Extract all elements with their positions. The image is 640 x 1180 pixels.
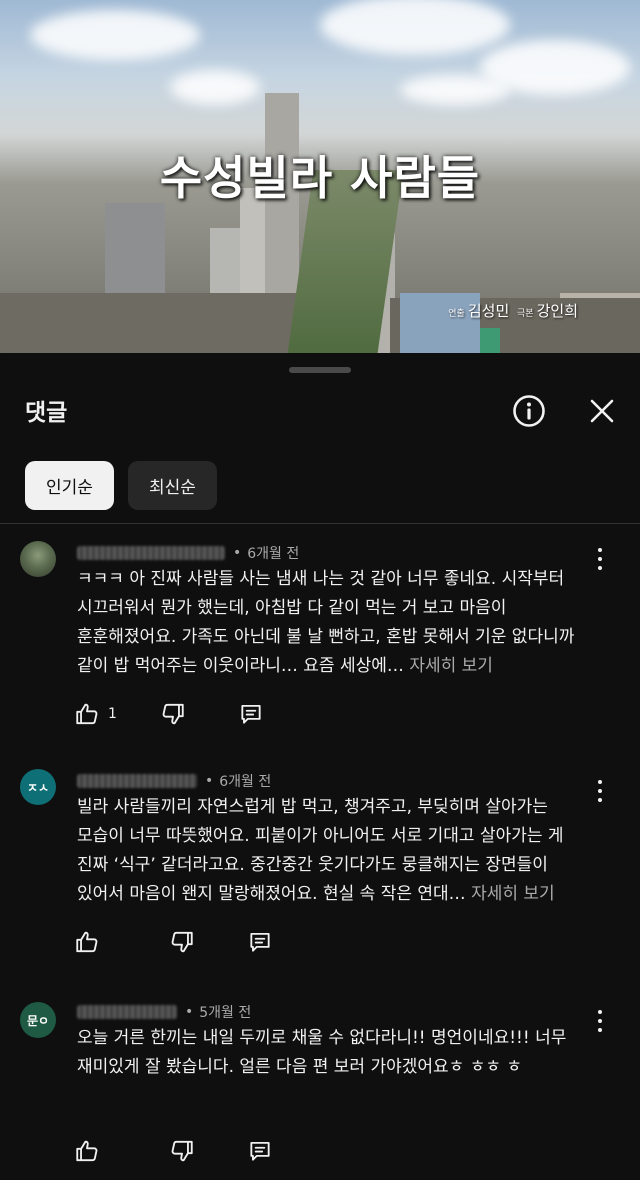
like-button[interactable] xyxy=(74,927,108,957)
author-handle[interactable] xyxy=(77,1005,177,1019)
drag-handle[interactable] xyxy=(289,367,351,373)
sheet-title: 댓글 xyxy=(25,400,68,426)
separator-dot: • xyxy=(233,545,242,561)
dislike-button[interactable] xyxy=(160,699,186,729)
comment-time[interactable]: 6개월 전 xyxy=(219,771,271,791)
reply-button[interactable] xyxy=(238,699,264,729)
credit-name: 강인희 xyxy=(536,302,578,320)
comment-actions xyxy=(74,1136,273,1166)
comment-meta: • 6개월 전 xyxy=(77,771,271,791)
sort-chips: 인기순 최신순 xyxy=(25,461,217,510)
like-button[interactable] xyxy=(74,1136,108,1166)
video-title-overlay: 수성빌라 사람들 xyxy=(159,151,481,205)
read-more-link[interactable]: 자세히 보기 xyxy=(409,656,493,676)
avatar[interactable] xyxy=(20,541,56,577)
comment-item: • 6개월 전 ㅋㅋㅋ 아 진짜 사람들 사는 냄새 나는 것 같아 너무 좋네… xyxy=(0,538,640,738)
comment-time[interactable]: 6개월 전 xyxy=(247,543,299,563)
sort-chip-newest[interactable]: 최신순 xyxy=(128,461,217,510)
sky-cloud xyxy=(320,0,510,55)
video-player[interactable]: 수성빌라 사람들 연출 김성민 극본 강인희 xyxy=(0,0,640,353)
sky-cloud xyxy=(30,10,200,60)
comment-item: 문ㅇ • 5개월 전 오늘 거른 한끼는 내일 두끼로 채울 수 없다라니!! … xyxy=(0,994,640,1174)
thumbs-down-icon xyxy=(162,703,184,725)
close-button[interactable] xyxy=(584,393,620,429)
reply-button[interactable] xyxy=(247,927,273,957)
reply-icon xyxy=(250,1141,270,1161)
thumbs-up-icon xyxy=(76,1140,98,1162)
divider xyxy=(0,523,640,524)
read-more-link[interactable]: 자세히 보기 xyxy=(471,884,555,904)
thumbs-up-icon xyxy=(76,703,98,725)
comment-item: ㅈㅅ • 6개월 전 빌라 사람들끼리 자연스럽게 밥 먹고, 챙겨주고, 부딪… xyxy=(0,766,640,966)
building xyxy=(0,293,300,353)
like-count: 1 xyxy=(108,706,117,722)
comment-time[interactable]: 5개월 전 xyxy=(199,1002,251,1022)
reply-icon xyxy=(241,704,261,724)
separator-dot: • xyxy=(205,773,214,789)
info-button[interactable] xyxy=(511,393,547,429)
dislike-button[interactable] xyxy=(169,927,195,957)
sort-chip-popular[interactable]: 인기순 xyxy=(25,461,114,510)
comments-sheet: 댓글 인기순 최신순 • 6개월 전 ㅋㅋㅋ 아 진짜 사람들 사는 냄새 나는… xyxy=(0,353,640,1180)
reply-icon xyxy=(250,932,270,952)
avatar[interactable]: ㅈㅅ xyxy=(20,769,56,805)
close-icon xyxy=(590,399,614,423)
reply-button[interactable] xyxy=(247,1136,273,1166)
info-icon xyxy=(513,395,545,427)
author-handle[interactable] xyxy=(77,546,225,560)
sky-cloud xyxy=(170,70,260,105)
like-button[interactable]: 1 xyxy=(74,699,117,729)
credit-name: 김성민 xyxy=(467,302,510,320)
comment-text: ㅋㅋㅋ 아 진짜 사람들 사는 냄새 나는 것 같아 너무 좋네요. 시작부터 … xyxy=(77,565,597,681)
sky-cloud xyxy=(400,75,510,105)
comment-actions: 1 xyxy=(74,699,264,729)
comment-body: 오늘 거른 한끼는 내일 두끼로 채울 수 없다라니!! 명언이네요!!! 너무… xyxy=(77,1028,567,1077)
thumbs-up-icon xyxy=(76,931,98,953)
author-handle[interactable] xyxy=(77,774,197,788)
dislike-button[interactable] xyxy=(169,1136,195,1166)
comment-actions xyxy=(74,927,273,957)
video-credit: 연출 김성민 극본 강인희 xyxy=(445,300,578,321)
credit-tag: 연출 xyxy=(448,309,465,319)
comment-text: 오늘 거른 한끼는 내일 두끼로 채울 수 없다라니!! 명언이네요!!! 너무… xyxy=(77,1024,597,1082)
comment-meta: • 6개월 전 xyxy=(77,543,299,563)
credit-tag: 극본 xyxy=(517,309,534,319)
comment-text: 빌라 사람들끼리 자연스럽게 밥 먹고, 챙겨주고, 부딪히며 살아가는 모습이… xyxy=(77,793,597,909)
comment-body: ㅋㅋㅋ 아 진짜 사람들 사는 냄새 나는 것 같아 너무 좋네요. 시작부터 … xyxy=(77,569,575,676)
thumbs-down-icon xyxy=(171,931,193,953)
comment-meta: • 5개월 전 xyxy=(77,1002,251,1022)
thumbs-down-icon xyxy=(171,1140,193,1162)
separator-dot: • xyxy=(185,1004,194,1020)
avatar[interactable]: 문ㅇ xyxy=(20,1002,56,1038)
